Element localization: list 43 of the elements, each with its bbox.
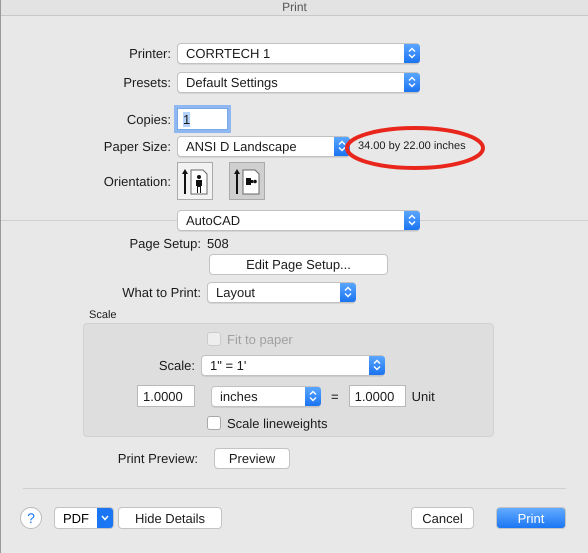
stepper-icon	[404, 72, 420, 92]
stepper-icon	[404, 210, 420, 230]
stepper-icon	[340, 282, 356, 302]
presets-select[interactable]: Default Settings	[177, 72, 420, 92]
field-label: Page Setup:	[128, 236, 201, 250]
scale-value-field[interactable]: 1.0000	[137, 385, 195, 407]
window-title: Print	[1, 0, 588, 16]
preview-button[interactable]: Preview	[214, 448, 290, 468]
checkbox-label: Fit to paper	[227, 332, 293, 346]
checkbox-label: Scale lineweights	[227, 416, 328, 430]
edit-page-setup-button[interactable]: Edit Page Setup...	[209, 254, 388, 274]
field-label: Printer:	[128, 46, 171, 60]
stepper-icon	[305, 386, 321, 406]
help-button[interactable]: ?	[20, 507, 42, 529]
pdf-menu-button[interactable]: PDF	[54, 507, 114, 529]
caret-icon	[97, 508, 113, 528]
printer-select[interactable]: CORRTECH 1	[177, 42, 420, 64]
cancel-button[interactable]: Cancel	[411, 507, 474, 529]
page-setup-value: 508	[207, 236, 229, 250]
field-label: Scale:	[158, 358, 195, 372]
paper-size-select[interactable]: ANSI D Landscape	[177, 136, 350, 156]
copies-field[interactable]: 1	[177, 108, 228, 130]
hide-details-button[interactable]: Hide Details	[118, 507, 222, 529]
field-label: What to Print:	[121, 284, 201, 300]
equals-sign: =	[331, 388, 339, 404]
unit-label: Unit	[412, 388, 435, 404]
orientation-button[interactable]	[177, 162, 213, 200]
field-label: Presets:	[122, 74, 171, 90]
orientation-button[interactable]	[229, 162, 265, 200]
field-label: Print Preview:	[116, 450, 198, 466]
unit-value-field[interactable]: 1.0000	[348, 385, 406, 407]
field-label: Copies:	[126, 112, 171, 126]
scale-lineweights-checkbox[interactable]	[207, 416, 221, 430]
scale-select[interactable]: 1" = 1'	[201, 354, 385, 376]
paper-dimensions: 34.00 by 22.00 inches	[358, 140, 466, 152]
field-label: Orientation:	[102, 174, 171, 188]
what-to-print-select[interactable]: Layout	[207, 282, 356, 302]
section-select[interactable]: AutoCAD	[177, 210, 420, 230]
group-title: Scale	[89, 309, 118, 321]
field-label: Paper Size:	[102, 138, 171, 154]
stepper-icon	[404, 44, 420, 62]
unit-select[interactable]: inches	[211, 386, 321, 406]
stepper-icon	[369, 356, 385, 374]
